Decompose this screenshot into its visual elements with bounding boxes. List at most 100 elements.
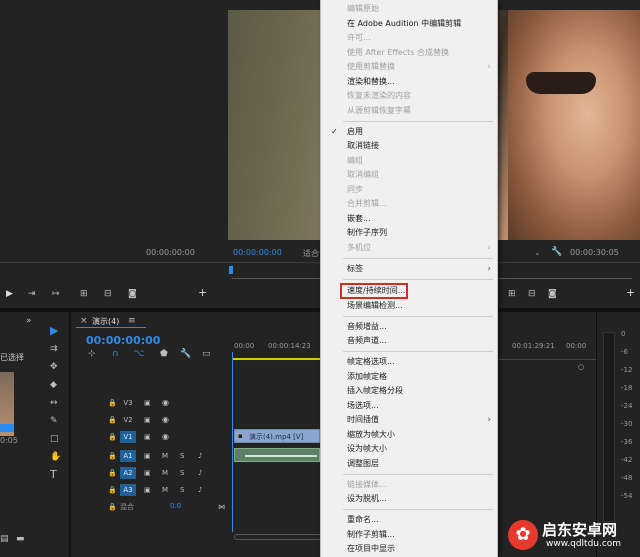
insert-icon[interactable]: ⊞ xyxy=(80,289,88,299)
menu-item-multi-camera[interactable]: 多机位 › xyxy=(321,241,499,256)
slip-tool-icon[interactable]: ↔ xyxy=(50,398,58,408)
overwrite-icon[interactable]: ⊟ xyxy=(104,289,112,299)
eye-icon[interactable]: ◉ xyxy=(162,398,169,408)
mute-icon[interactable]: M xyxy=(162,468,168,478)
hand-tool-icon[interactable]: ✋ xyxy=(50,452,61,462)
eye-icon[interactable]: ◉ xyxy=(162,415,169,425)
menu-item-make-subsequence[interactable]: 制作子序列 xyxy=(321,226,499,241)
step-forward-icon[interactable]: ⇥ xyxy=(28,289,36,299)
menu-item-link-media[interactable]: 链接媒体... xyxy=(321,478,499,493)
type-tool-icon[interactable]: T xyxy=(50,469,57,480)
linked-selection-icon[interactable]: ⌥ xyxy=(134,349,144,359)
menu-item-synchronize[interactable]: 同步 xyxy=(321,183,499,198)
menu-item-replace-with-after-effects[interactable]: 使用 After Effects 合成替换 xyxy=(321,46,499,61)
sync-lock-icon[interactable]: ▣ xyxy=(144,398,151,408)
track-label-v3[interactable]: V3 xyxy=(120,397,136,409)
sync-lock-icon[interactable]: ▣ xyxy=(144,485,151,495)
menu-item-field-options[interactable]: 场选项... xyxy=(321,399,499,414)
go-to-end-icon[interactable]: ⋈ xyxy=(218,502,225,512)
lock-icon[interactable]: 🔒 xyxy=(108,485,117,495)
menu-item-add-frame-hold[interactable]: 添加帧定格 xyxy=(321,370,499,385)
scroll-up-icon[interactable]: ○ xyxy=(578,362,584,372)
mute-icon[interactable]: M xyxy=(162,485,168,495)
timeline-scrollbar[interactable] xyxy=(234,534,322,540)
lift-icon[interactable]: ⊞ xyxy=(508,289,516,299)
menu-item-merge-clips[interactable]: 合并剪辑... xyxy=(321,197,499,212)
menu-item-unlink[interactable]: 取消链接 xyxy=(321,139,499,154)
snap-icon[interactable]: ∩ xyxy=(112,349,119,359)
program-timecode[interactable]: 00:00:00:00 xyxy=(233,248,282,257)
track-label-a2[interactable]: A2 xyxy=(120,467,136,479)
timeline-timecode[interactable]: 00:00:00:00 xyxy=(86,334,160,347)
menu-item-reveal-in-project[interactable]: 在项目中显示 xyxy=(321,542,499,557)
menu-item-audio-gain[interactable]: 音频增益... xyxy=(321,320,499,335)
menu-item-restore-unrendered[interactable]: 恢复未渲染的内容 xyxy=(321,89,499,104)
add-button-icon[interactable]: + xyxy=(198,287,207,298)
menu-item-edit-in-audition[interactable]: 在 Adobe Audition 中编辑剪辑 xyxy=(321,17,499,32)
menu-item-audio-channels[interactable]: 音频声道... xyxy=(321,334,499,349)
menu-item-render-and-replace[interactable]: 渲染和替换... xyxy=(321,75,499,90)
folder-icon[interactable]: ▬ xyxy=(16,534,25,544)
extract-icon[interactable]: ⊟ xyxy=(528,289,536,299)
menu-item-scale-to-frame-size[interactable]: 缩放为帧大小 xyxy=(321,428,499,443)
solo-icon[interactable]: S xyxy=(180,485,184,495)
sync-lock-icon[interactable]: ▣ xyxy=(144,451,151,461)
export-frame-icon[interactable]: ◙ xyxy=(128,289,137,299)
menu-item-set-to-frame-size[interactable]: 设为帧大小 xyxy=(321,442,499,457)
sync-lock-icon[interactable]: ▣ xyxy=(144,415,151,425)
source-time-ruler[interactable] xyxy=(0,262,222,274)
eye-icon[interactable]: ◉ xyxy=(162,432,169,442)
lock-icon[interactable]: 🔒 xyxy=(108,415,117,425)
menu-item-nest[interactable]: 嵌套... xyxy=(321,212,499,227)
menu-item-frame-hold-options[interactable]: 帧定格选项... xyxy=(321,355,499,370)
track-select-tool-icon[interactable]: ⇉ xyxy=(50,344,58,354)
marker-icon[interactable]: ⬟ xyxy=(160,349,168,359)
add-button-icon[interactable]: + xyxy=(626,287,635,298)
menu-item-enable[interactable]: ✓ 启用 xyxy=(321,125,499,140)
sync-lock-icon[interactable]: ▣ xyxy=(144,468,151,478)
menu-item-time-interpolation[interactable]: 时间插值 › xyxy=(321,413,499,428)
microphone-icon[interactable]: ♪ xyxy=(198,468,202,478)
lock-icon[interactable]: 🔒 xyxy=(108,451,117,461)
close-tab-icon[interactable]: × xyxy=(80,316,88,326)
list-view-icon[interactable]: ▤ xyxy=(0,534,9,544)
microphone-icon[interactable]: ♪ xyxy=(198,485,202,495)
sync-lock-icon[interactable]: ▣ xyxy=(144,432,151,442)
solo-icon[interactable]: S xyxy=(180,451,184,461)
menu-item-label-color[interactable]: 标签 › xyxy=(321,262,499,277)
play-icon[interactable]: ▶ xyxy=(6,289,13,299)
work-area-bar[interactable] xyxy=(232,358,320,360)
track-label-a3[interactable]: A3 xyxy=(120,484,136,496)
menu-item-ungroup[interactable]: 取消编组 xyxy=(321,168,499,183)
track-label-a1[interactable]: A1 xyxy=(120,450,136,462)
settings-wrench-icon[interactable]: 🔧 xyxy=(180,349,191,359)
menu-item-adjustment-layer[interactable]: 调整图层 xyxy=(321,457,499,472)
nest-icon[interactable]: ⊹ xyxy=(88,349,96,359)
pen-tool-icon[interactable]: ✎ xyxy=(50,416,58,426)
source-timecode[interactable]: 00:00:00:00 xyxy=(146,248,195,257)
menu-item-replace-with-clip[interactable]: 使用剪辑替换 › xyxy=(321,60,499,75)
go-to-out-icon[interactable]: ↦ xyxy=(52,289,60,299)
program-playhead[interactable] xyxy=(229,266,233,274)
rectangle-tool-icon[interactable]: □ xyxy=(50,434,59,444)
lock-icon[interactable]: 🔒 xyxy=(108,502,117,512)
ripple-edit-tool-icon[interactable]: ✥ xyxy=(50,362,58,372)
dropdown-chevron-icon[interactable]: ⌄ xyxy=(534,248,541,257)
track-label-v1[interactable]: V1 xyxy=(120,431,136,443)
fit-dropdown[interactable]: 适合 xyxy=(303,248,319,259)
solo-icon[interactable]: S xyxy=(180,468,184,478)
wrench-icon[interactable]: 🔧 xyxy=(551,247,562,257)
panel-menu-icon[interactable]: » xyxy=(26,316,32,326)
selection-tool-icon[interactable]: ▶ xyxy=(50,325,58,336)
captions-icon[interactable]: ▭ xyxy=(202,349,211,359)
timeline-playhead[interactable] xyxy=(232,352,233,532)
menu-item-license[interactable]: 许可... xyxy=(321,31,499,46)
menu-item-scene-edit-detection[interactable]: 场景编辑检测... xyxy=(321,299,499,314)
menu-item-group[interactable]: 编组 xyxy=(321,154,499,169)
menu-item-rename[interactable]: 重命名... xyxy=(321,513,499,528)
tab-menu-icon[interactable]: ≡ xyxy=(128,316,136,326)
lock-icon[interactable]: 🔒 xyxy=(108,398,117,408)
menu-item-insert-frame-hold-segment[interactable]: 插入帧定格分段 xyxy=(321,384,499,399)
menu-item-restore-captions[interactable]: 从源剪辑恢复字幕 xyxy=(321,104,499,119)
camera-icon[interactable]: ◙ xyxy=(548,289,557,299)
